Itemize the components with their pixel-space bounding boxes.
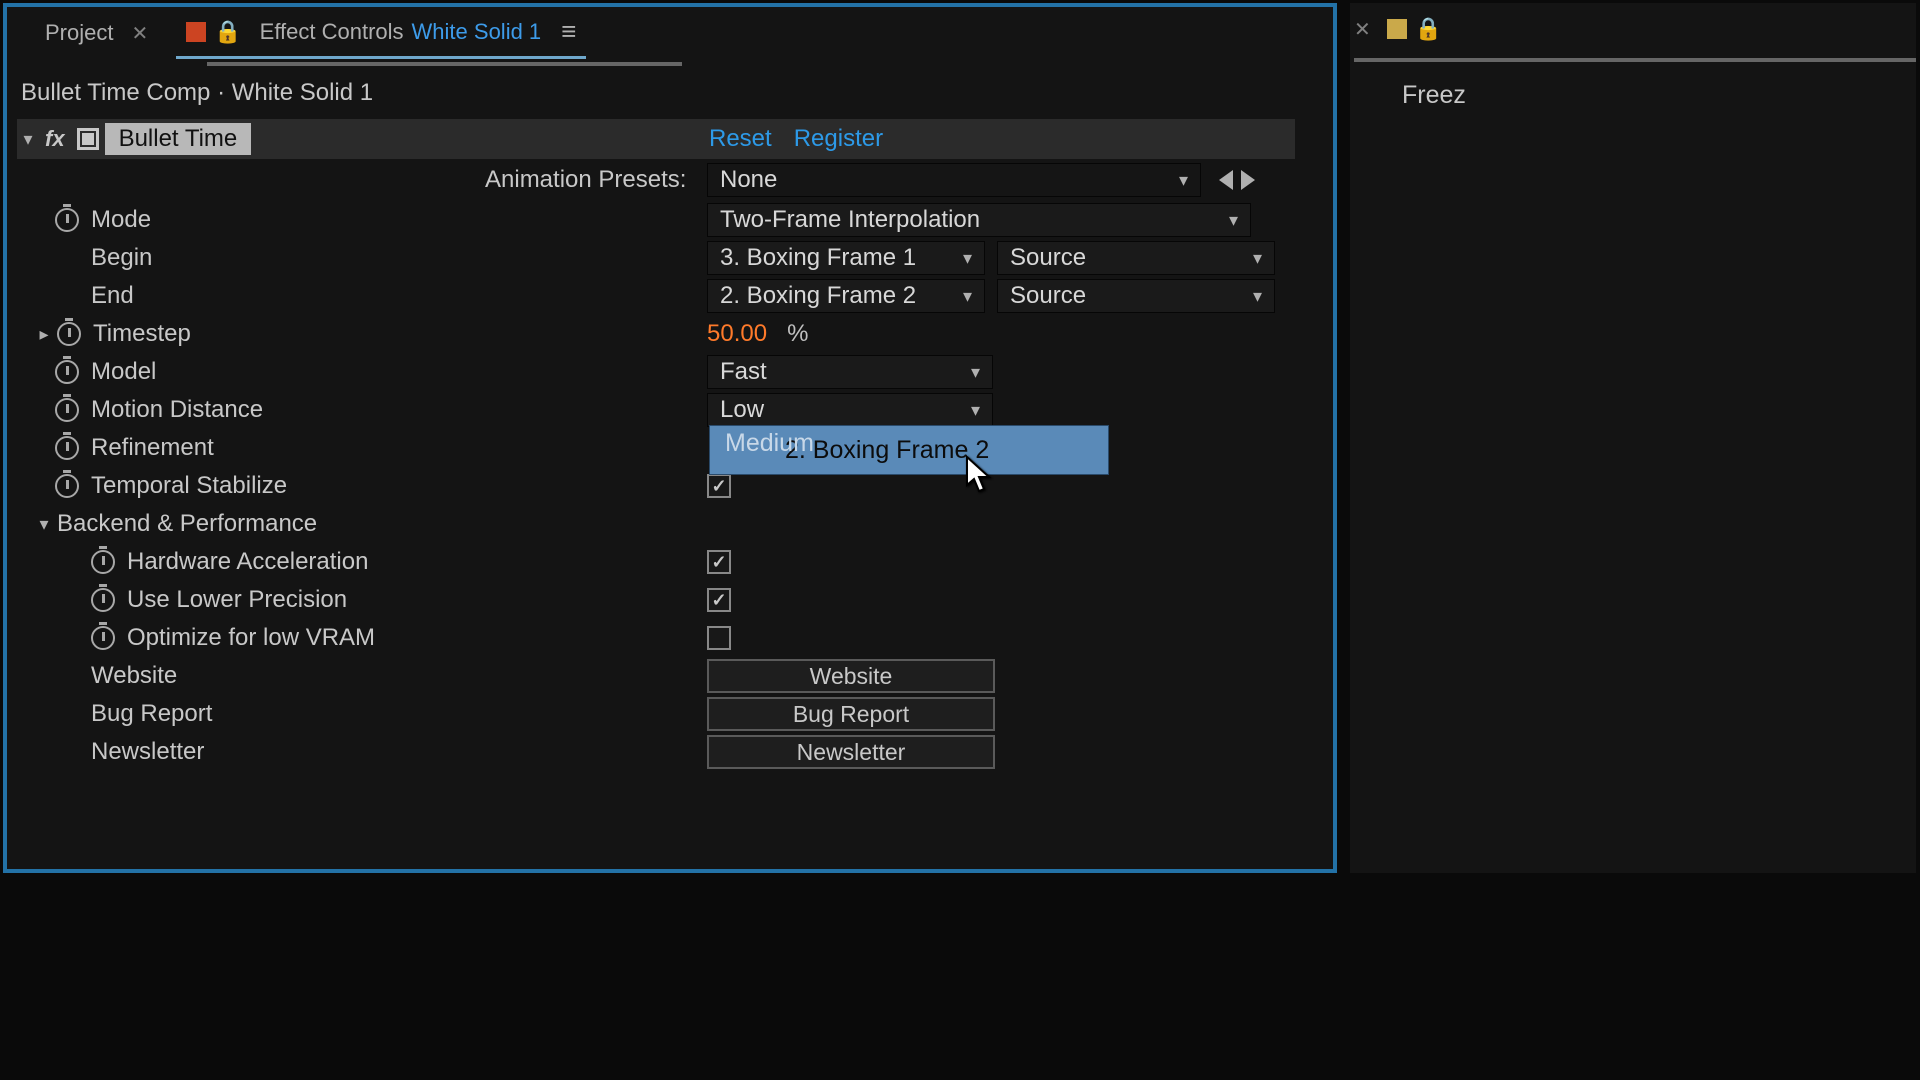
- model-value: Fast: [720, 358, 767, 386]
- chevron-down-icon: ▾: [963, 286, 972, 307]
- reset-button[interactable]: Reset: [709, 125, 772, 153]
- stopwatch-icon[interactable]: [55, 360, 79, 384]
- effect-name[interactable]: Bullet Time: [105, 123, 252, 155]
- animation-presets-dropdown[interactable]: None ▾: [707, 163, 1201, 197]
- stopwatch-icon[interactable]: [55, 398, 79, 422]
- newsletter-button[interactable]: Newsletter: [707, 735, 995, 769]
- backend-group-label: Backend & Performance: [57, 510, 317, 538]
- breadcrumb: Bullet Time Comp · White Solid 1: [7, 59, 1333, 115]
- tab-effect-controls-label: Effect Controls: [260, 19, 404, 45]
- refinement-value: Medium: [725, 429, 814, 458]
- param-refinement-label: Refinement: [91, 434, 214, 462]
- motion-distance-dropdown[interactable]: Low ▾: [707, 393, 993, 427]
- preset-next-icon[interactable]: [1241, 170, 1255, 190]
- layer-color-swatch: [1387, 19, 1407, 39]
- register-button[interactable]: Register: [794, 125, 883, 153]
- mode-dropdown[interactable]: Two-Frame Interpolation ▾: [707, 203, 1251, 237]
- stopwatch-icon[interactable]: [55, 474, 79, 498]
- lower-precision-checkbox[interactable]: ✓: [707, 588, 731, 612]
- param-low-vram-label: Optimize for low VRAM: [127, 624, 375, 652]
- twirl-right-icon[interactable]: ▸: [33, 324, 55, 345]
- chevron-down-icon: ▾: [963, 248, 972, 269]
- low-vram-checkbox[interactable]: [707, 626, 731, 650]
- tab-bar: Project ✕ 🔒 Effect Controls White Solid …: [7, 7, 1333, 59]
- temporal-stabilize-checkbox[interactable]: ✓: [707, 474, 731, 498]
- right-tab-bar: ✕ 🔒: [1350, 3, 1916, 55]
- animation-presets-label: Animation Presets:: [485, 166, 686, 194]
- param-model-label: Model: [91, 358, 156, 386]
- tab-layer-name: White Solid 1: [412, 19, 542, 45]
- lock-icon[interactable]: 🔒: [1415, 16, 1442, 42]
- param-end-label: End: [91, 282, 134, 310]
- preset-icon[interactable]: [77, 128, 99, 150]
- stopwatch-icon[interactable]: [55, 436, 79, 460]
- stopwatch-icon[interactable]: [91, 550, 115, 574]
- chevron-down-icon: ▾: [1253, 286, 1262, 307]
- end-layer-value: 2. Boxing Frame 2: [720, 282, 916, 310]
- chevron-down-icon: ▾: [1179, 170, 1188, 191]
- stopwatch-icon[interactable]: [91, 588, 115, 612]
- begin-source-dropdown[interactable]: Source ▾: [997, 241, 1275, 275]
- timestep-unit: %: [787, 320, 808, 348]
- timestep-value[interactable]: 50.00: [707, 320, 767, 348]
- animation-presets-value: None: [720, 166, 777, 194]
- effect-header: ▾ fx Bullet Time Reset Register: [17, 119, 1295, 159]
- preset-prev-icon[interactable]: [1219, 170, 1233, 190]
- dropdown-hover-item-label: 2. Boxing Frame 2: [785, 436, 989, 465]
- stopwatch-icon[interactable]: [91, 626, 115, 650]
- param-newsletter-label: Newsletter: [91, 738, 204, 766]
- lock-icon[interactable]: 🔒: [214, 19, 241, 45]
- newsletter-button-label: Newsletter: [797, 739, 906, 766]
- begin-source-value: Source: [1010, 244, 1086, 272]
- layer-color-swatch: [186, 22, 206, 42]
- close-icon[interactable]: ✕: [1354, 17, 1371, 42]
- param-begin-label: Begin: [91, 244, 152, 272]
- bugreport-button[interactable]: Bug Report: [707, 697, 995, 731]
- begin-layer-value: 3. Boxing Frame 1: [720, 244, 916, 272]
- param-bugreport-label: Bug Report: [91, 700, 212, 728]
- param-website-label: Website: [91, 662, 177, 690]
- panel-menu-icon[interactable]: ≡: [561, 16, 576, 47]
- website-button[interactable]: Website: [707, 659, 995, 693]
- chevron-down-icon: ▾: [1253, 248, 1262, 269]
- begin-layer-dropdown[interactable]: 3. Boxing Frame 1 ▾: [707, 241, 985, 275]
- end-source-dropdown[interactable]: Source ▾: [997, 279, 1275, 313]
- param-hardware-accel-label: Hardware Acceleration: [127, 548, 368, 576]
- model-dropdown[interactable]: Fast ▾: [707, 355, 993, 389]
- hardware-accel-checkbox[interactable]: ✓: [707, 550, 731, 574]
- motion-distance-value: Low: [720, 396, 764, 424]
- param-timestep-label: Timestep: [93, 320, 191, 348]
- param-lower-precision-label: Use Lower Precision: [127, 586, 347, 614]
- stopwatch-icon[interactable]: [55, 208, 79, 232]
- param-mode-label: Mode: [91, 206, 151, 234]
- right-panel-title: Freez: [1350, 55, 1916, 110]
- twirl-down-icon[interactable]: ▾: [17, 129, 39, 150]
- mode-value: Two-Frame Interpolation: [720, 206, 980, 234]
- end-layer-dropdown[interactable]: 2. Boxing Frame 2 ▾: [707, 279, 985, 313]
- tab-project[interactable]: Project ✕: [35, 7, 158, 59]
- end-source-value: Source: [1010, 282, 1086, 310]
- fx-icon[interactable]: fx: [45, 126, 65, 152]
- chevron-down-icon: ▾: [971, 362, 980, 383]
- stopwatch-icon[interactable]: [57, 322, 81, 346]
- close-icon[interactable]: ✕: [131, 21, 148, 46]
- param-motion-distance-label: Motion Distance: [91, 396, 263, 424]
- tab-project-label: Project: [45, 20, 113, 46]
- chevron-down-icon: ▾: [1229, 210, 1238, 231]
- tab-underline: [1354, 58, 1916, 62]
- website-button-label: Website: [810, 663, 893, 690]
- tab-underline: [207, 62, 682, 66]
- right-panel: ✕ 🔒 Freez: [1350, 3, 1916, 873]
- twirl-down-icon[interactable]: ▾: [33, 514, 55, 535]
- bugreport-button-label: Bug Report: [793, 701, 909, 728]
- effect-controls-panel: Project ✕ 🔒 Effect Controls White Solid …: [3, 3, 1337, 873]
- cursor-icon: [965, 455, 995, 501]
- tab-effect-controls[interactable]: 🔒 Effect Controls White Solid 1 ≡: [176, 7, 586, 59]
- param-temporal-stabilize-label: Temporal Stabilize: [91, 472, 287, 500]
- chevron-down-icon: ▾: [971, 400, 980, 421]
